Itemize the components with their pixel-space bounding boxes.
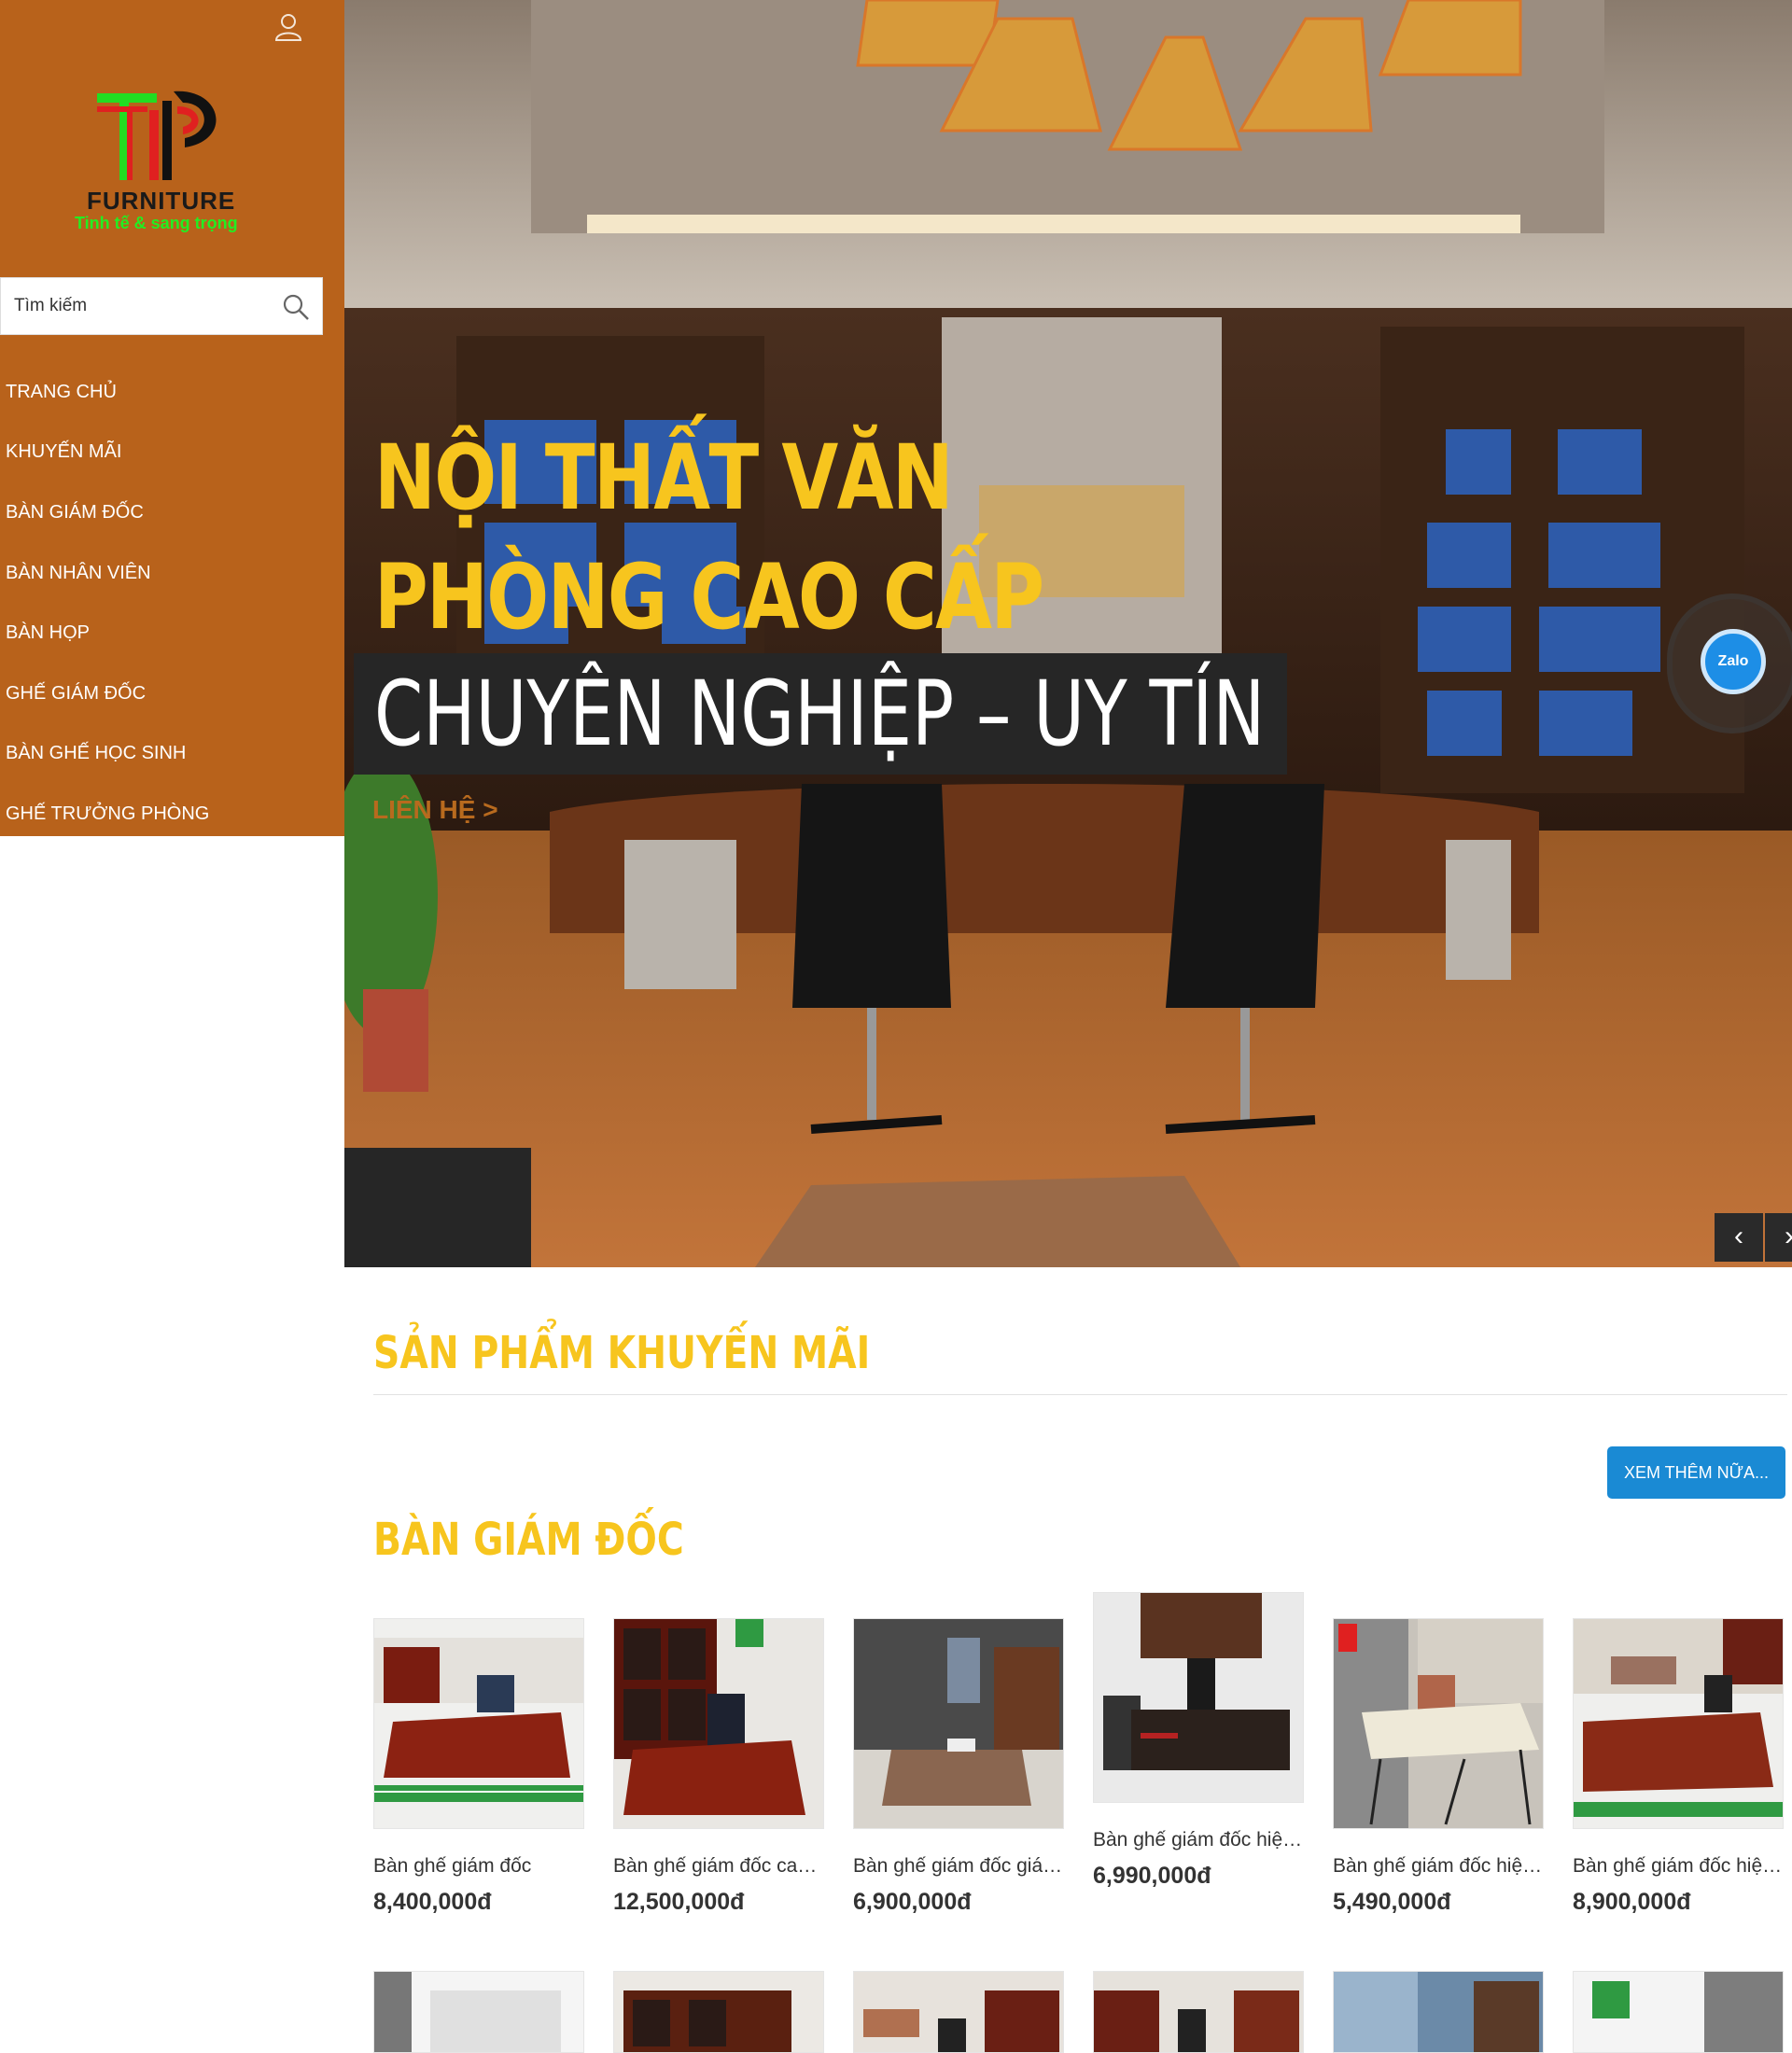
director-desks-section-title: BÀN GIÁM ĐỐC	[373, 1514, 684, 1566]
product-image[interactable]	[1573, 1618, 1784, 1829]
menu-item-meeting-tables[interactable]: BÀN HỌP	[0, 603, 344, 663]
menu-item-label[interactable]: BÀN NHÂN VIÊN	[6, 563, 151, 584]
product-card[interactable]: Bàn ghế giám đốc giá rẻ 6,900,000đ	[853, 1618, 1064, 1916]
product-card[interactable]: Bàn ghế giám đốc hiện ... 5,490,000đ	[1333, 1618, 1544, 1916]
view-more-button[interactable]: XEM THÊM NỮA...	[1607, 1446, 1785, 1499]
product-price: 8,400,000đ	[373, 1889, 492, 1915]
zalo-chat-button[interactable]: Zalo	[1701, 629, 1766, 694]
product-price: 5,490,000đ	[1333, 1889, 1451, 1915]
product-image[interactable]	[613, 1618, 824, 1829]
user-account-icon[interactable]	[273, 11, 304, 43]
menu-item-promotions[interactable]: KHUYẾN MÃI	[0, 423, 344, 483]
product-image[interactable]	[1093, 1971, 1304, 2053]
menu-item-director-desks[interactable]: BÀN GIÁM ĐỐC	[0, 482, 344, 543]
product-image[interactable]	[853, 1971, 1064, 2053]
product-name[interactable]: Bàn ghế giám đốc hiện ...	[1573, 1855, 1784, 1878]
product-image[interactable]	[613, 1971, 824, 2053]
product-card[interactable]: Bàn ghế giám đốc cao c... 12,500,000đ	[613, 1618, 824, 1916]
section-divider	[373, 1394, 1787, 1395]
product-image[interactable]	[373, 1971, 584, 2053]
product-image[interactable]	[853, 1618, 1064, 1829]
sidebar: FURNITURE Tinh tế & sang trọng TRANG CHỦ…	[0, 0, 344, 836]
hero-slider: NỘI THẤT VĂN PHÒNG CAO CẤP CHUYÊN NGHIỆP…	[344, 0, 1792, 1267]
product-name[interactable]: Bàn ghế giám đốc hiện ...	[1333, 1855, 1544, 1878]
product-name[interactable]: Bàn ghế giám đốc hiện ...	[1093, 1829, 1304, 1851]
product-card[interactable]: Bàn ghế giám đốc hiện ... 8,900,000đ	[1573, 1618, 1784, 1916]
product-name[interactable]: Bàn ghế giám đốc	[373, 1855, 584, 1878]
slider-prev-button[interactable]: ‹	[1715, 1213, 1763, 1262]
menu-item-home[interactable]: TRANG CHỦ	[0, 362, 344, 423]
hero-title: NỘI THẤT VĂN PHÒNG CAO CẤP	[374, 426, 1044, 649]
logo-tagline: Tinh tế & sang trọng	[75, 214, 238, 232]
menu-item-director-chairs[interactable]: GHẾ GIÁM ĐỐC	[0, 663, 344, 724]
product-price: 6,990,000đ	[1093, 1863, 1211, 1889]
menu-item-label[interactable]: BÀN GHẾ HỌC SINH	[6, 743, 186, 764]
product-price: 6,900,000đ	[853, 1889, 972, 1915]
product-image[interactable]	[1093, 1592, 1304, 1803]
product-name[interactable]: Bàn ghế giám đốc cao c...	[613, 1855, 824, 1878]
product-card[interactable]: Bàn ghế giám đốc 8,400,000đ	[373, 1618, 584, 1916]
product-image[interactable]	[373, 1618, 584, 1829]
slider-next-button[interactable]: ›	[1765, 1213, 1792, 1262]
product-image[interactable]	[1333, 1971, 1544, 2053]
product-name[interactable]: Bàn ghế giám đốc giá rẻ	[853, 1855, 1064, 1878]
search-box	[0, 277, 323, 335]
product-image[interactable]	[1333, 1618, 1544, 1829]
menu-item-label[interactable]: BÀN HỌP	[6, 622, 90, 644]
menu-item-label[interactable]: GHẾ TRƯỞNG PHÒNG	[6, 803, 209, 825]
search-input[interactable]	[14, 278, 266, 334]
hero-contact-link[interactable]: LIÊN HỆ >	[372, 795, 498, 825]
search-icon[interactable]	[281, 292, 311, 322]
menu-item-manager-chairs[interactable]: GHẾ TRƯỞNG PHÒNG	[0, 784, 344, 845]
menu-item-label[interactable]: TRANG CHỦ	[6, 382, 117, 403]
product-card[interactable]: Bàn ghế giám đốc hiện ... 6,990,000đ	[1093, 1592, 1304, 1890]
product-image[interactable]	[1573, 1971, 1784, 2053]
menu-item-label[interactable]: KHUYẾN MÃI	[6, 441, 121, 463]
main-menu: TRANG CHỦ KHUYẾN MÃI BÀN GIÁM ĐỐC BÀN NH…	[0, 362, 344, 845]
promo-section-title: SẢN PHẨM KHUYẾN MÃI	[373, 1327, 871, 1379]
menu-item-staff-desks[interactable]: BÀN NHÂN VIÊN	[0, 543, 344, 604]
menu-item-student-furniture[interactable]: BÀN GHẾ HỌC SINH	[0, 724, 344, 785]
hero-subtitle: CHUYÊN NGHIỆP – UY TÍN	[374, 662, 1266, 766]
menu-item-label[interactable]: GHẾ GIÁM ĐỐC	[6, 683, 146, 705]
logo-wordmark: FURNITURE	[87, 187, 236, 215]
menu-item-label[interactable]: BÀN GIÁM ĐỐC	[6, 502, 144, 524]
product-price: 12,500,000đ	[613, 1889, 745, 1915]
product-price: 8,900,000đ	[1573, 1889, 1691, 1915]
